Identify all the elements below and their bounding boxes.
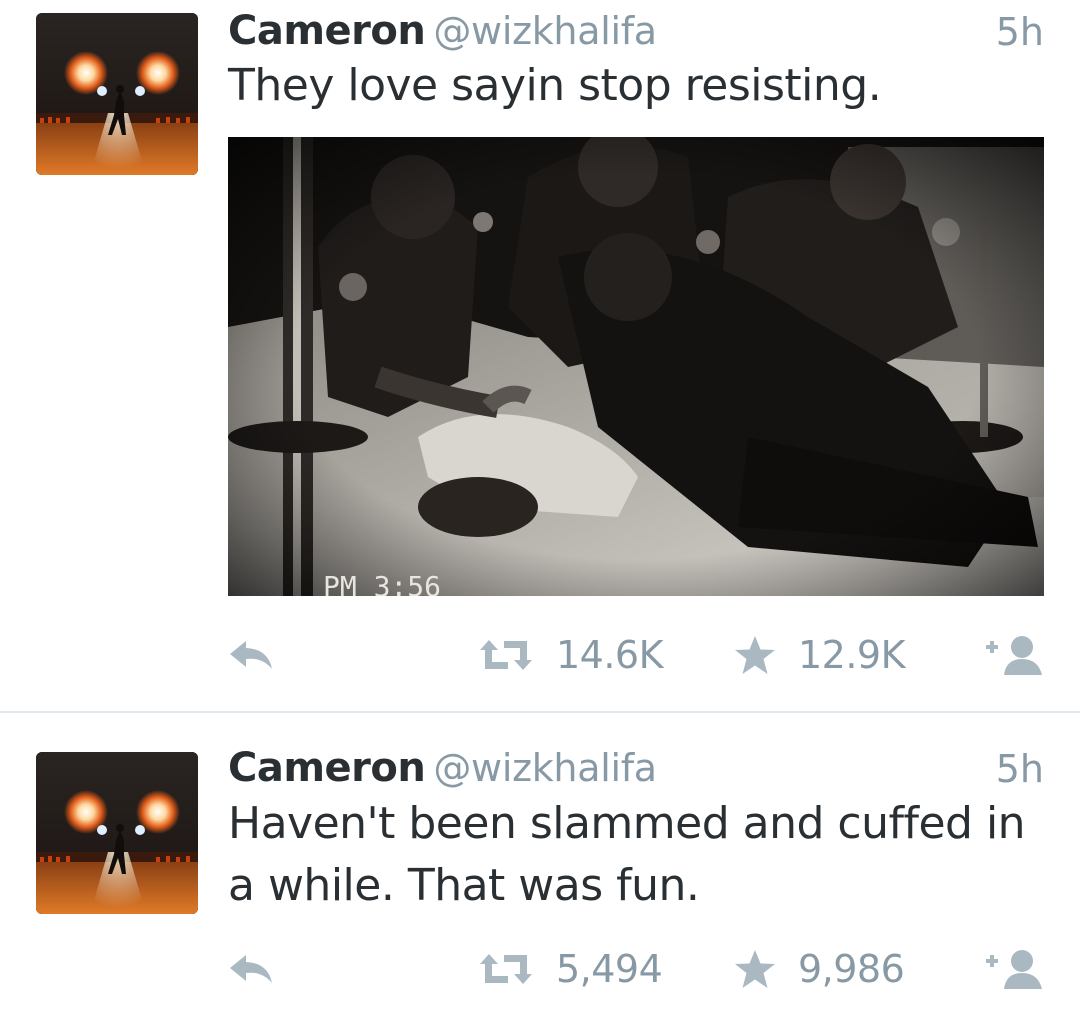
retweet-button[interactable]: 5,494 [478, 944, 663, 994]
retweet-icon [480, 954, 532, 984]
tweet-media-photo[interactable]: PM 3:56 [228, 137, 1044, 596]
tweet-text: They love sayin stop resisting. [228, 60, 882, 111]
follow-button[interactable] [984, 630, 1044, 680]
avatar[interactable] [36, 13, 198, 175]
follow-user-icon [986, 950, 1042, 989]
timestamp[interactable]: 5h [996, 747, 1044, 791]
tweet-header: Cameron @wizkhalifa 5h [228, 8, 1044, 54]
retweet-button[interactable]: 14.6K [478, 630, 664, 680]
username[interactable]: @wizkhalifa [433, 9, 657, 53]
display-name[interactable]: Cameron [228, 8, 426, 54]
star-icon [735, 636, 775, 674]
tweet-text: Haven't been slammed and cuffed in a whi… [228, 798, 1026, 911]
favorite-count: 9,986 [798, 947, 905, 991]
cctv-timestamp-overlay: PM 3:56 [323, 570, 441, 596]
reply-icon [230, 955, 272, 983]
retweet-count: 14.6K [556, 633, 664, 677]
retweet-icon [480, 640, 532, 670]
avatar-image [36, 13, 198, 175]
tweet-header: Cameron @wizkhalifa 5h [228, 745, 1044, 791]
star-icon [735, 950, 775, 988]
retweet-count: 5,494 [556, 947, 663, 991]
reply-button[interactable] [228, 944, 274, 994]
follow-user-icon [986, 636, 1042, 675]
timestamp[interactable]: 5h [996, 10, 1044, 54]
tweet-actions: 14.6K 12.9K [228, 630, 1044, 680]
follow-button[interactable] [984, 944, 1044, 994]
avatar-image [36, 752, 198, 914]
reply-icon [230, 641, 272, 669]
avatar[interactable] [36, 752, 198, 914]
username[interactable]: @wizkhalifa [433, 746, 657, 790]
favorite-button[interactable]: 12.9K [734, 630, 906, 680]
tweet-actions: 5,494 9,986 [228, 944, 1044, 994]
tweet[interactable]: Cameron @wizkhalifa 5h They love sayin st… [0, 0, 1080, 711]
display-name[interactable]: Cameron [228, 745, 426, 791]
favorite-count: 12.9K [798, 633, 906, 677]
favorite-button[interactable]: 9,986 [734, 944, 905, 994]
surveillance-photo: PM 3:56 [228, 137, 1044, 596]
reply-button[interactable] [228, 630, 274, 680]
tweet[interactable]: Cameron @wizkhalifa 5h Haven't been slamm… [0, 712, 1080, 1022]
